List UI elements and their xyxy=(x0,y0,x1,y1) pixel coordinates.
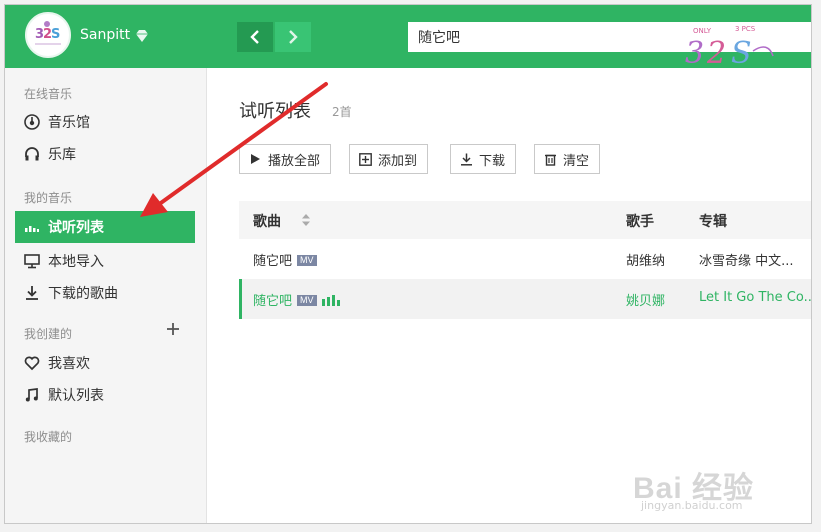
equalizer-icon xyxy=(321,295,340,306)
sidebar: 在线音乐 音乐馆 乐库 我的音乐 试听列表 本地导入 下载的歌曲 我创建的 我喜… xyxy=(5,68,207,523)
song-title: 随它吧 xyxy=(253,294,293,309)
search-input[interactable] xyxy=(408,22,811,52)
add-to-label: 添加到 xyxy=(378,153,418,169)
table-row[interactable]: 随它吧 MV 胡维纳 冰雪奇缘 中文... xyxy=(239,239,811,279)
chevron-left-icon xyxy=(250,30,259,44)
table-header: 歌曲 歌手 专辑 xyxy=(239,201,811,239)
column-header-song[interactable]: 歌曲 xyxy=(253,211,281,231)
sidebar-item-label: 我喜欢 xyxy=(48,356,90,372)
table-row-playing[interactable]: 随它吧 MV 姚贝娜 Let It Go The Co... xyxy=(239,279,811,319)
add-box-icon xyxy=(358,152,372,166)
sidebar-item-label: 本地导入 xyxy=(48,254,104,270)
mv-badge[interactable]: MV xyxy=(297,295,317,306)
chevron-right-icon xyxy=(289,30,298,44)
music-note-icon xyxy=(23,386,41,404)
forward-button[interactable] xyxy=(275,22,311,52)
page-title: 试听列表 xyxy=(239,101,311,122)
app-window: 3 2 S Sanpitt 3 2 S ONLY xyxy=(4,4,812,524)
bars-icon xyxy=(23,218,41,236)
download-icon xyxy=(459,152,473,166)
play-all-label: 播放全部 xyxy=(268,153,321,169)
username[interactable]: Sanpitt xyxy=(80,27,130,43)
add-playlist-icon[interactable] xyxy=(165,321,181,337)
svg-text:S: S xyxy=(51,27,60,42)
back-button[interactable] xyxy=(237,22,273,52)
top-bar: 3 2 S Sanpitt xyxy=(5,5,811,68)
trash-icon xyxy=(543,152,557,166)
column-header-album[interactable]: 专辑 xyxy=(699,211,727,231)
album-cell[interactable]: 冰雪奇缘 中文... xyxy=(699,250,794,269)
main-content: 试听列表 2首 播放全部 添加到 下载 清空 歌曲 歌手 专辑 随它吧 MV 胡… xyxy=(207,68,811,523)
song-cell[interactable]: 随它吧 MV xyxy=(253,250,317,269)
sidebar-item-label: 乐库 xyxy=(48,147,76,163)
clear-label: 清空 xyxy=(563,153,590,169)
sidebar-item-favorites[interactable]: 我喜欢 xyxy=(15,347,195,379)
sidebar-item-trial-list[interactable]: 试听列表 xyxy=(15,211,195,243)
artist-cell[interactable]: 胡维纳 xyxy=(626,250,665,269)
play-all-button[interactable]: 播放全部 xyxy=(239,144,332,174)
sidebar-item-downloads[interactable]: 下载的歌曲 xyxy=(15,277,195,309)
sidebar-section-my-music: 我的音乐 xyxy=(24,191,73,205)
artist-cell[interactable]: 姚贝娜 xyxy=(626,290,665,309)
column-header-artist[interactable]: 歌手 xyxy=(626,211,654,231)
song-cell[interactable]: 随它吧 MV xyxy=(253,290,344,309)
song-count: 2首 xyxy=(332,105,352,119)
sidebar-item-default-list[interactable]: 默认列表 xyxy=(15,379,195,411)
sidebar-section-created: 我创建的 xyxy=(24,327,73,341)
heart-icon xyxy=(23,354,41,372)
sidebar-section-collected: 我收藏的 xyxy=(24,430,73,444)
download-label: 下载 xyxy=(479,153,506,169)
diamond-icon xyxy=(136,30,148,42)
sidebar-item-local-import[interactable]: 本地导入 xyxy=(15,245,195,277)
song-title: 随它吧 xyxy=(253,254,293,269)
disc-icon xyxy=(23,113,41,131)
add-to-button[interactable]: 添加到 xyxy=(349,144,429,174)
download-icon xyxy=(23,284,41,302)
headphones-icon xyxy=(23,145,41,163)
download-button[interactable]: 下载 xyxy=(450,144,517,174)
sidebar-item-label: 默认列表 xyxy=(48,388,104,404)
sidebar-section-online: 在线音乐 xyxy=(24,87,73,101)
play-icon xyxy=(248,152,262,166)
album-cell[interactable]: Let It Go The Co... xyxy=(699,290,811,305)
sidebar-item-music-hall[interactable]: 音乐馆 xyxy=(15,106,195,138)
clear-button[interactable]: 清空 xyxy=(534,144,601,174)
sort-icon[interactable] xyxy=(301,213,311,227)
sidebar-item-library[interactable]: 乐库 xyxy=(15,138,195,170)
sidebar-item-label: 下载的歌曲 xyxy=(48,286,118,302)
avatar[interactable]: 3 2 S xyxy=(25,12,71,58)
sidebar-item-label: 音乐馆 xyxy=(48,115,90,131)
sidebar-item-label: 试听列表 xyxy=(48,220,104,236)
mv-badge[interactable]: MV xyxy=(297,255,317,266)
monitor-icon xyxy=(23,252,41,270)
